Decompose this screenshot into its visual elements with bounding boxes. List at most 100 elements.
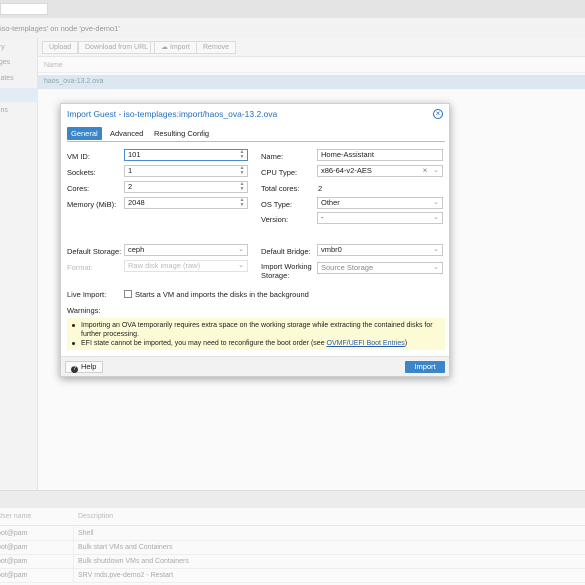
warning-text: EFI state cannot be imported, you may ne… (81, 339, 407, 348)
import-toolbar-label: Import (169, 44, 190, 51)
os-version-select[interactable]: - ⌄ (317, 212, 443, 224)
import-toolbar-button[interactable]: ☁ Import (154, 41, 197, 54)
cloud-upload-icon: ☁ (161, 44, 170, 51)
vm-id-field[interactable]: 101 ▲ ▼ (124, 149, 248, 161)
nav-item-import[interactable] (0, 88, 38, 102)
table-row[interactable]: oot@pam SRV mds.pve-demo2 - Restart (0, 569, 585, 583)
version-label: Version: (261, 215, 289, 224)
nav-item-summary[interactable]: ary (0, 41, 38, 55)
column-divider (73, 541, 74, 555)
chevron-down-icon[interactable]: ⌄ (432, 166, 440, 176)
chevron-down-icon[interactable]: ⌄ (237, 245, 245, 255)
column-header-description[interactable]: Description (78, 510, 113, 524)
sockets-label: Sockets: (67, 168, 96, 177)
os-type-select[interactable]: Other ⌄ (317, 197, 443, 209)
default-storage-select[interactable]: ceph ⌄ (124, 244, 248, 256)
cpu-type-value: x86-64-v2-AES (321, 166, 372, 175)
chevron-down-icon[interactable]: ⌄ (432, 245, 440, 255)
warning-efi-text: EFI state cannot be imported, you may ne… (81, 340, 327, 347)
format-value: Raw disk image (raw) (128, 261, 201, 270)
tab-advanced[interactable]: Advanced (110, 127, 143, 140)
total-cores-value: 2 (318, 184, 323, 193)
os-version-value: - (321, 213, 324, 222)
chevron-down-icon[interactable]: ⌄ (432, 263, 440, 273)
memory-label: Memory (MiB): (67, 200, 117, 209)
import-button[interactable]: Import (405, 361, 445, 373)
cpu-type-label: CPU Type: (261, 168, 298, 177)
task-log-table: User name Description oot@pam Shell oot@… (0, 508, 585, 585)
default-bridge-select[interactable]: vmbr0 ⌄ (317, 244, 443, 256)
clear-x-icon[interactable]: × (421, 166, 429, 176)
cores-value: 2 (128, 182, 133, 191)
os-type-label: OS Type: (261, 200, 293, 209)
warning-efi-suffix: ) (404, 340, 408, 347)
spinner-arrows-icon[interactable]: ▲ ▼ (238, 166, 246, 176)
global-search-input[interactable] (0, 3, 48, 15)
file-row-selected[interactable]: haos_ova-13.2.ova (38, 75, 585, 89)
nav-item-templates[interactable]: plates (0, 72, 38, 86)
help-button[interactable]: ? Help (65, 361, 104, 373)
column-header-name[interactable]: Name (38, 59, 585, 73)
task-description: SRV mds.pve-demo2 - Restart (78, 572, 174, 579)
help-circle-icon: ? (71, 366, 78, 373)
upload-button[interactable]: Upload (42, 41, 79, 54)
tab-resulting-config[interactable]: Resulting Config (154, 127, 209, 140)
total-cores-label: Total cores: (261, 184, 300, 193)
memory-value: 2048 (128, 198, 145, 207)
column-divider (73, 555, 74, 569)
table-row[interactable]: oot@pam Shell (0, 527, 585, 541)
cpu-type-select[interactable]: x86-64-v2-AES × ⌄ (317, 165, 443, 177)
download-url-button[interactable]: Download from URL (78, 41, 156, 54)
bullet-icon (72, 342, 75, 345)
table-row[interactable]: oot@pam Bulk start VMs and Containers (0, 541, 585, 555)
column-divider (73, 569, 74, 583)
import-working-storage-select[interactable]: Source Storage ⌄ (317, 262, 443, 274)
default-storage-label: Default Storage: (67, 247, 122, 256)
live-import-checkbox[interactable] (124, 290, 132, 298)
column-divider (73, 527, 74, 541)
import-working-storage-placeholder: Source Storage (321, 263, 374, 272)
table-row[interactable]: oot@pam Bulk shutdown VMs and Containers (0, 555, 585, 569)
nav-item-permissions[interactable]: ions (0, 104, 38, 118)
dialog-title: Import Guest - iso-templages:import/haos… (67, 109, 278, 119)
panel-splitter[interactable] (0, 490, 585, 508)
default-storage-value: ceph (128, 245, 145, 254)
remove-button[interactable]: Remove (196, 41, 237, 54)
memory-field[interactable]: 2048 ▲ ▼ (124, 197, 248, 209)
chevron-down-icon: ⌄ (238, 262, 244, 269)
panel-title: iso-templages' on node 'pve-demo1' (0, 24, 120, 33)
spinner-arrows-icon[interactable]: ▲ ▼ (238, 150, 246, 160)
chevron-down-icon[interactable]: ⌄ (432, 198, 440, 208)
spinner-arrows-icon[interactable]: ▲ ▼ (238, 182, 246, 192)
task-user: oot@pam (0, 572, 28, 579)
os-type-value: Other (321, 198, 340, 207)
vm-id-value: 101 (128, 150, 141, 159)
task-description: Bulk start VMs and Containers (78, 544, 173, 551)
content-toolbar: Upload Download from URL ☁ Import Remove (38, 38, 585, 57)
column-header-user[interactable]: User name (0, 510, 72, 524)
sockets-field[interactable]: 1 ▲ ▼ (124, 165, 248, 177)
cores-label: Cores: (67, 184, 90, 193)
import-guest-dialog: Import Guest - iso-templages:import/haos… (60, 103, 450, 377)
ovmf-uefi-boot-entries-link[interactable]: OVMF/UEFI Boot Entries (327, 340, 405, 347)
live-import-description[interactable]: Starts a VM and imports the disks in the… (135, 290, 309, 299)
vm-name-value: Home-Assistant (321, 150, 374, 159)
chevron-down-icon[interactable]: ⌄ (432, 213, 440, 223)
vm-id-label: VM ID: (67, 152, 90, 161)
bullet-icon (72, 324, 75, 327)
warning-text-line1: Importing an OVA temporarily requires ex… (81, 322, 433, 329)
name-label: Name: (261, 152, 284, 161)
spinner-arrows-icon[interactable]: ▲ ▼ (238, 198, 246, 208)
storage-nav: ary ages plates ions (0, 38, 38, 490)
close-icon[interactable]: × (433, 109, 443, 119)
task-table-header: User name Description (0, 508, 585, 526)
task-description: Bulk shutdown VMs and Containers (78, 558, 189, 565)
cores-field[interactable]: 2 ▲ ▼ (124, 181, 248, 193)
live-import-label: Live Import: (67, 290, 107, 299)
tab-general[interactable]: General (67, 127, 102, 140)
nav-item-images[interactable]: ages (0, 56, 38, 70)
sockets-value: 1 (128, 166, 133, 175)
task-user: oot@pam (0, 558, 28, 565)
format-label: Format: (67, 263, 93, 272)
vm-name-field[interactable]: Home-Assistant (317, 149, 443, 161)
